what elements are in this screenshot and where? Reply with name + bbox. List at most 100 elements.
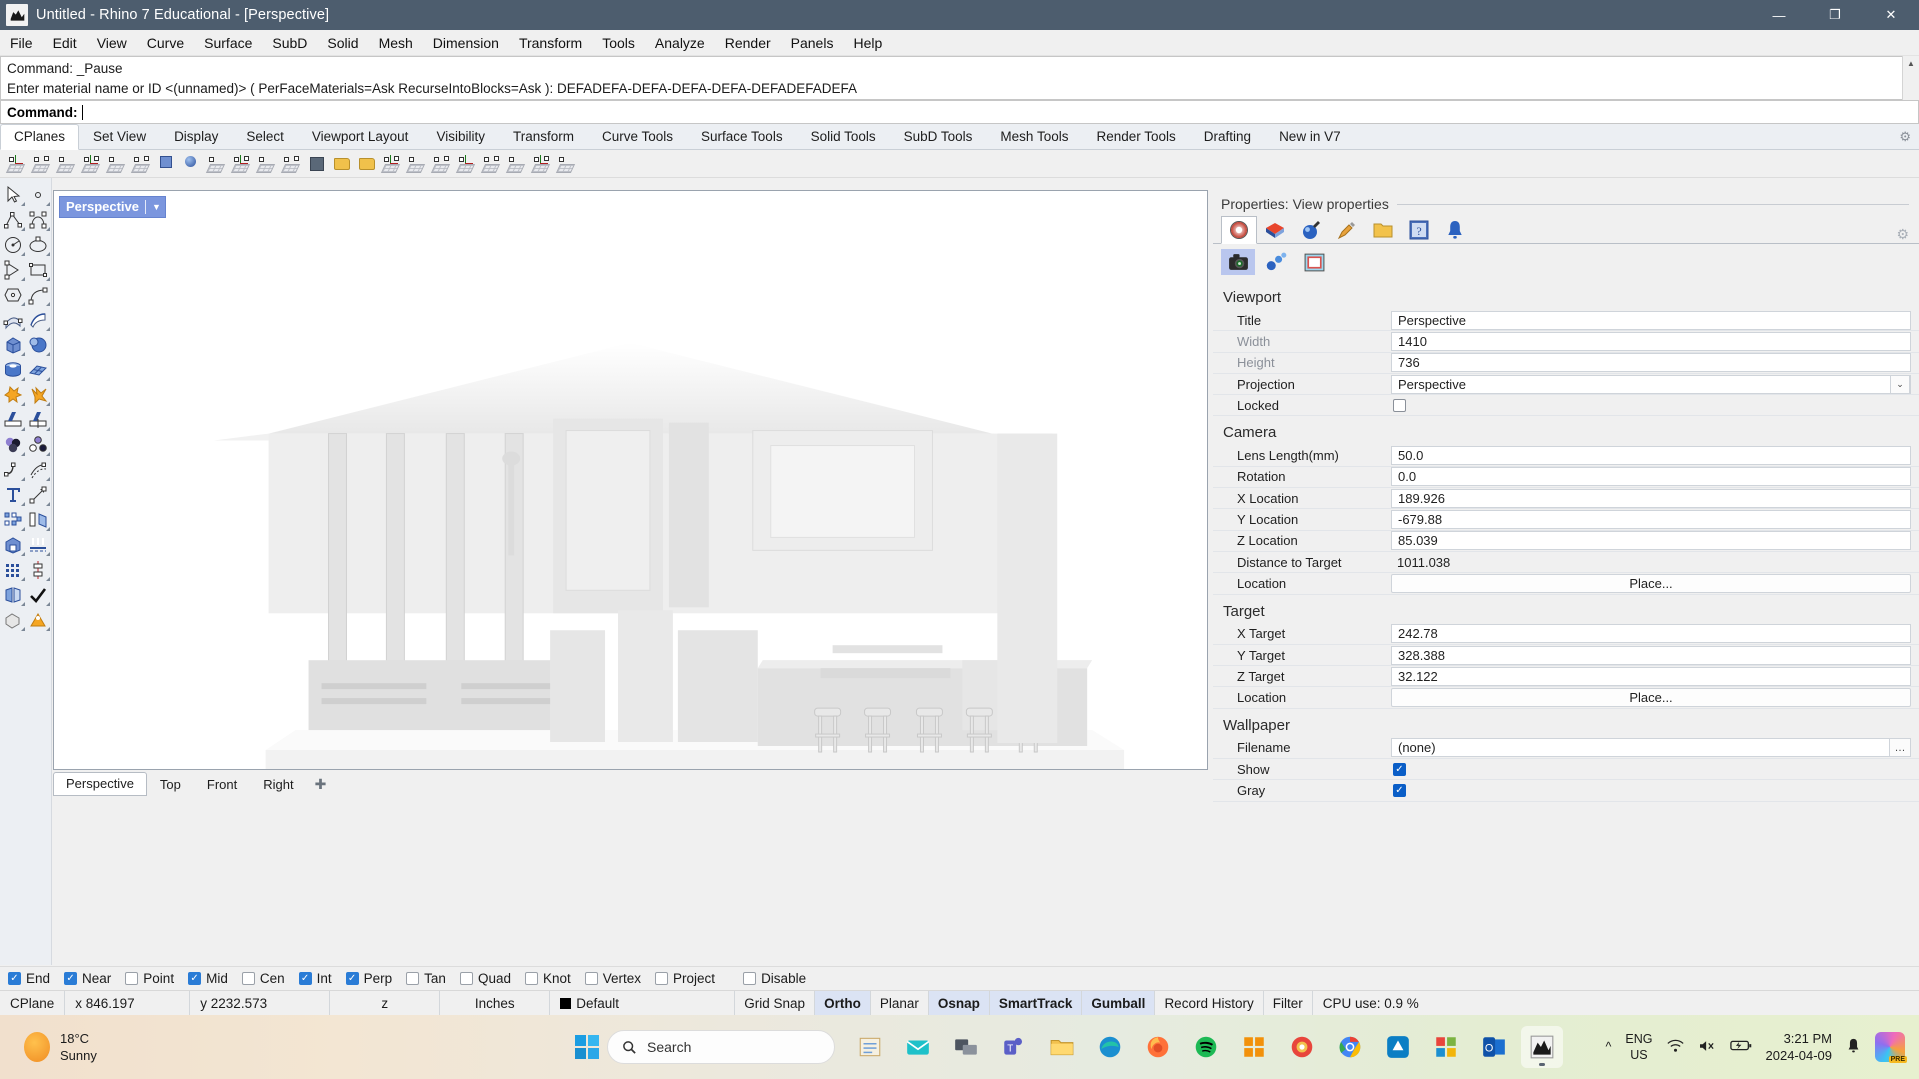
cplane-undo-icon[interactable] (281, 153, 303, 175)
set-cplane-elevation-icon[interactable] (31, 153, 53, 175)
place-button-location[interactable]: Place... (1391, 688, 1911, 707)
split-icon[interactable] (26, 407, 52, 432)
taskbar-store[interactable] (1233, 1026, 1275, 1068)
tool-tab-new-in-v7[interactable]: New in V7 (1265, 124, 1355, 149)
cplane-previous-icon[interactable] (231, 153, 253, 175)
tool-tab-select[interactable]: Select (232, 124, 298, 149)
cplane-to-surface-icon[interactable] (106, 153, 128, 175)
property-value-rotation[interactable]: 0.0 (1391, 467, 1911, 486)
menu-item-help[interactable]: Help (843, 32, 892, 54)
property-value-width[interactable]: 1410 (1391, 332, 1911, 351)
taskbar-rhino[interactable] (1521, 1026, 1563, 1068)
checkbox-osnap-project[interactable] (655, 972, 668, 985)
taskbar-firefox[interactable] (1137, 1026, 1179, 1068)
tool-tab-viewport-layout[interactable]: Viewport Layout (298, 124, 423, 149)
menu-item-solid[interactable]: Solid (317, 32, 368, 54)
property-value-height[interactable]: 736 (1391, 353, 1911, 372)
scroll-up-arrow[interactable]: ▲ (1903, 56, 1919, 71)
command-input-row[interactable]: Command: (0, 100, 1919, 124)
property-value-z-location[interactable]: 85.039 (1391, 531, 1911, 550)
sphere-icon[interactable] (26, 332, 52, 357)
surface-from-points-icon[interactable] (0, 307, 26, 332)
save-cplane-icon[interactable] (306, 153, 328, 175)
property-value-x-target[interactable]: 242.78 (1391, 624, 1911, 643)
place-button-location[interactable]: Place... (1391, 574, 1911, 593)
checkbox-osnap-near[interactable]: ✓ (64, 972, 77, 985)
help-tab[interactable]: ? (1401, 215, 1437, 243)
rectangle-icon[interactable] (26, 257, 52, 282)
box-icon[interactable] (0, 332, 26, 357)
taskbar-browser[interactable] (1281, 1026, 1323, 1068)
cap-planar-holes-icon[interactable] (0, 582, 26, 607)
check-object-icon[interactable] (26, 582, 52, 607)
osnap-vertex[interactable]: Vertex (585, 971, 641, 986)
checkbox-osnap-tan[interactable] (406, 972, 419, 985)
menu-item-edit[interactable]: Edit (43, 32, 87, 54)
taskbar-file-explorer[interactable] (1041, 1026, 1083, 1068)
material-tab[interactable] (1221, 216, 1257, 244)
tool-tab-mesh-tools[interactable]: Mesh Tools (986, 124, 1082, 149)
extrude-solid-icon[interactable] (0, 532, 26, 557)
arc-icon[interactable] (0, 257, 26, 282)
cplane-reset-icon[interactable] (556, 153, 578, 175)
tool-tab-visibility[interactable]: Visibility (422, 124, 499, 149)
environment-tab[interactable] (1257, 215, 1293, 243)
menu-item-transform[interactable]: Transform (509, 32, 592, 54)
array-icon[interactable] (0, 507, 26, 532)
taskbar-outlook[interactable]: O (1473, 1026, 1515, 1068)
checkbox-osnap-point[interactable] (125, 972, 138, 985)
taskbar-teams[interactable]: T (993, 1026, 1035, 1068)
property-value-y-target[interactable]: 328.388 (1391, 646, 1911, 665)
status-toggle-filter[interactable]: Filter (1264, 991, 1313, 1016)
point-icon[interactable] (26, 182, 52, 207)
osnap-project[interactable]: Project (655, 971, 715, 986)
taskbar-chrome[interactable] (1329, 1026, 1371, 1068)
property-value-lens-length-mm[interactable]: 50.0 (1391, 446, 1911, 465)
copilot-icon[interactable]: PRE (1875, 1032, 1905, 1062)
cplane-world-top-icon[interactable] (181, 153, 203, 175)
tool-tab-set-view[interactable]: Set View (79, 124, 160, 149)
brush-tab[interactable] (1329, 215, 1365, 243)
menu-item-subd[interactable]: SubD (262, 32, 317, 54)
text-object-icon[interactable] (0, 482, 26, 507)
property-value-filename[interactable]: (none)… (1391, 738, 1911, 757)
menu-item-tools[interactable]: Tools (592, 32, 645, 54)
polyline-icon[interactable] (0, 207, 26, 232)
checkbox-osnap-end[interactable]: ✓ (8, 972, 21, 985)
cylinder-icon[interactable] (0, 357, 26, 382)
status-toggle-gumball[interactable]: Gumball (1082, 991, 1155, 1016)
library-tab[interactable] (1365, 215, 1401, 243)
status-toggle-osnap[interactable]: Osnap (929, 991, 990, 1016)
polar-array-icon[interactable] (26, 557, 52, 582)
taskbar-office[interactable] (1425, 1026, 1467, 1068)
cplane-object-icon[interactable] (456, 153, 478, 175)
chevron-up-icon[interactable]: ^ (1606, 1040, 1612, 1054)
osnap-disable[interactable]: Disable (743, 971, 806, 986)
texture-tab[interactable] (1293, 215, 1329, 243)
checkbox-osnap-int[interactable]: ✓ (299, 972, 312, 985)
offset-curve-icon[interactable] (26, 457, 52, 482)
gear-icon[interactable]: ⚙ (1896, 226, 1909, 243)
status-units[interactable]: Inches (440, 991, 550, 1016)
status-cplane[interactable]: CPlane (0, 991, 65, 1016)
cplane-align-icon[interactable] (381, 153, 403, 175)
menu-item-render[interactable]: Render (715, 32, 781, 54)
linked-subtab[interactable] (1259, 249, 1293, 275)
named-cplane-icon[interactable] (256, 153, 278, 175)
menu-item-mesh[interactable]: Mesh (369, 32, 423, 54)
status-toggle-record-history[interactable]: Record History (1155, 991, 1263, 1016)
tool-tab-render-tools[interactable]: Render Tools (1082, 124, 1189, 149)
language-indicator[interactable]: ENG US (1625, 1031, 1652, 1063)
view-properties-subtab[interactable] (1221, 249, 1255, 275)
osnap-point[interactable]: Point (125, 971, 174, 986)
layers-icon[interactable] (26, 432, 52, 457)
cplane-3point-icon[interactable] (56, 153, 78, 175)
rectangular-array-icon[interactable] (0, 557, 26, 582)
cplane-next-icon[interactable] (206, 153, 228, 175)
osnap-cen[interactable]: Cen (242, 971, 285, 986)
taskbar-sketchup[interactable] (1377, 1026, 1419, 1068)
osnap-near[interactable]: ✓Near (64, 971, 111, 986)
cplane-curve-icon[interactable] (481, 153, 503, 175)
osnap-perp[interactable]: ✓Perp (346, 971, 393, 986)
wifi-icon[interactable] (1667, 1039, 1684, 1056)
